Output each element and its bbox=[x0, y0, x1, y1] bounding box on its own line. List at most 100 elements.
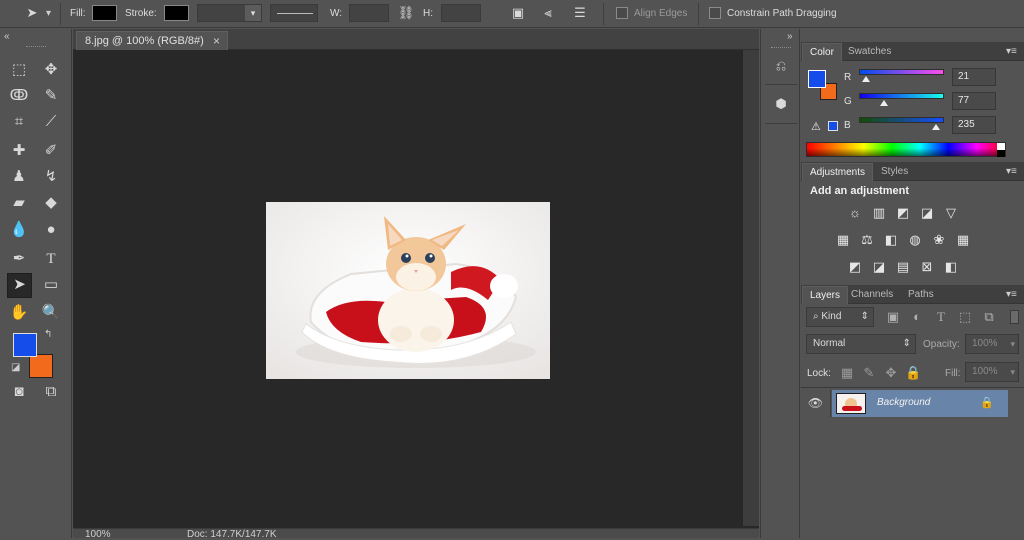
hue-saturation-icon[interactable]: ▦ bbox=[835, 233, 851, 247]
document-tab[interactable]: 8.jpg @ 100% (RGB/8#) × bbox=[76, 31, 228, 50]
adjustment-filter-icon[interactable]: ◐ bbox=[909, 310, 925, 324]
quick-mask-icon[interactable]: ◙ bbox=[8, 381, 30, 403]
red-slider-handle[interactable] bbox=[862, 76, 870, 82]
clone-stamp-tool-icon[interactable]: ♟ bbox=[8, 166, 30, 188]
tab-styles[interactable]: Styles bbox=[874, 163, 915, 181]
chevron-down-icon[interactable]: ▾ bbox=[245, 5, 261, 21]
fill-field[interactable]: 100% ▾ bbox=[965, 362, 1019, 382]
color-balance-icon[interactable]: ⚖ bbox=[859, 233, 875, 247]
gradient-map-icon[interactable]: ⊠ bbox=[919, 260, 935, 274]
pixel-filter-icon[interactable]: ▣ bbox=[885, 310, 901, 324]
lock-image-pixels-icon[interactable]: ✎ bbox=[861, 366, 877, 380]
zoom-tool-icon[interactable]: 🔍 bbox=[40, 302, 62, 324]
3d-panel-icon[interactable]: ⬢ bbox=[772, 95, 790, 113]
blue-value-field[interactable]: 235 bbox=[952, 116, 996, 134]
stroke-swatch[interactable] bbox=[164, 5, 189, 21]
close-icon[interactable]: × bbox=[213, 34, 220, 48]
paint-bucket-tool-icon[interactable]: ◆ bbox=[40, 192, 62, 214]
black-white-icon[interactable]: ◧ bbox=[883, 233, 899, 247]
tab-color[interactable]: Color bbox=[802, 43, 842, 61]
fill-swatch[interactable] bbox=[92, 5, 117, 21]
foreground-color-chip[interactable] bbox=[808, 70, 826, 88]
type-filter-icon[interactable]: T bbox=[933, 310, 949, 324]
rectangle-tool-icon[interactable]: ▭ bbox=[40, 274, 62, 296]
red-value-field[interactable]: 21 bbox=[952, 68, 996, 86]
tool-preset-dropdown-icon[interactable]: ▾ bbox=[46, 8, 51, 19]
vibrance-icon[interactable]: ▽ bbox=[943, 206, 959, 220]
panel-menu-icon[interactable]: ▾≡ bbox=[1006, 289, 1017, 300]
brush-tool-icon[interactable]: ✐ bbox=[40, 140, 62, 162]
hand-tool-icon[interactable]: ✋ bbox=[8, 302, 30, 324]
screen-mode-icon[interactable]: ⧉ bbox=[40, 381, 62, 403]
green-value-field[interactable]: 77 bbox=[952, 92, 996, 110]
filter-toggle-switch[interactable] bbox=[1010, 310, 1019, 324]
tab-channels[interactable]: Channels bbox=[844, 286, 900, 304]
panel-menu-icon[interactable]: ▾≡ bbox=[1006, 166, 1017, 177]
path-selection-tool-icon[interactable]: ➤ bbox=[7, 273, 32, 298]
dodge-tool-icon[interactable]: ● bbox=[40, 219, 62, 241]
layer-name[interactable]: Background bbox=[877, 397, 930, 408]
shape-filter-icon[interactable]: ⬚ bbox=[957, 310, 973, 324]
move-tool-icon[interactable]: ✥ bbox=[40, 59, 62, 81]
stroke-type-field[interactable] bbox=[270, 4, 318, 22]
green-slider-handle[interactable] bbox=[880, 100, 888, 106]
opacity-field[interactable]: 100% ▾ bbox=[965, 334, 1019, 354]
gamut-color-chip[interactable] bbox=[828, 121, 838, 131]
foreground-color-swatch[interactable] bbox=[13, 333, 37, 357]
channel-mixer-icon[interactable]: ❀ bbox=[931, 233, 947, 247]
pen-tool-icon[interactable]: ✒ bbox=[8, 248, 30, 270]
blue-slider[interactable] bbox=[859, 117, 944, 123]
grip-handle[interactable] bbox=[26, 46, 46, 49]
tab-layers[interactable]: Layers bbox=[802, 286, 849, 304]
background-color-swatch[interactable] bbox=[29, 354, 53, 378]
history-brush-tool-icon[interactable]: ↯ bbox=[40, 166, 62, 188]
lasso-tool-icon[interactable]: ↂ bbox=[8, 85, 30, 107]
threshold-icon[interactable]: ▤ bbox=[895, 260, 911, 274]
width-field[interactable] bbox=[349, 4, 389, 22]
color-spectrum-ramp[interactable] bbox=[806, 142, 1006, 157]
quick-selection-tool-icon[interactable]: ✎ bbox=[40, 85, 62, 107]
blend-mode-dropdown[interactable]: Normal ⇕ bbox=[806, 334, 916, 354]
lock-position-icon[interactable]: ✥ bbox=[883, 366, 899, 380]
path-arrangement-icon[interactable]: ☰ bbox=[571, 4, 589, 22]
invert-icon[interactable]: ◩ bbox=[847, 260, 863, 274]
type-tool-icon[interactable]: T bbox=[40, 248, 62, 270]
eye-visibility-icon[interactable]: 👁 bbox=[801, 390, 831, 417]
color-lookup-icon[interactable]: ▦ bbox=[955, 233, 971, 247]
photo-filter-icon[interactable]: ◍ bbox=[907, 233, 923, 247]
marquee-tool-icon[interactable]: ⬚ bbox=[8, 59, 30, 81]
layer-filter-dropdown[interactable]: ⌕ Kind ⇕ bbox=[806, 307, 874, 327]
tab-adjustments[interactable]: Adjustments bbox=[802, 163, 874, 181]
exposure-icon[interactable]: ◪ bbox=[919, 206, 935, 220]
selective-color-icon[interactable]: ◧ bbox=[943, 260, 959, 274]
constrain-path-checkbox[interactable] bbox=[709, 7, 721, 19]
red-slider[interactable] bbox=[859, 69, 944, 75]
stroke-width-field[interactable]: ▾ bbox=[197, 4, 262, 22]
blue-slider-handle[interactable] bbox=[932, 124, 940, 130]
grip-handle[interactable] bbox=[771, 47, 791, 48]
default-colors-icon[interactable]: ◪ bbox=[11, 362, 20, 373]
tab-swatches[interactable]: Swatches bbox=[841, 43, 898, 61]
eyedropper-tool-icon[interactable]: ⟋ bbox=[40, 111, 62, 133]
lock-transparent-pixels-icon[interactable]: ▦ bbox=[839, 366, 855, 380]
expand-panels-icon[interactable]: » bbox=[787, 31, 793, 42]
eraser-tool-icon[interactable]: ▰ bbox=[8, 192, 30, 214]
path-operations-icon[interactable]: ▣ bbox=[509, 4, 527, 22]
brightness-contrast-icon[interactable]: ☼ bbox=[847, 206, 863, 220]
blur-tool-icon[interactable]: 💧 bbox=[8, 219, 30, 241]
levels-icon[interactable]: ▥ bbox=[871, 206, 887, 220]
path-alignment-icon[interactable]: ⫷ bbox=[539, 4, 557, 22]
vertical-scrollbar[interactable] bbox=[743, 50, 759, 526]
crop-tool-icon[interactable]: ⌗ bbox=[8, 111, 30, 133]
panel-menu-icon[interactable]: ▾≡ bbox=[1006, 46, 1017, 57]
align-edges-checkbox[interactable] bbox=[616, 7, 628, 19]
healing-brush-tool-icon[interactable]: ✚ bbox=[8, 140, 30, 162]
height-field[interactable] bbox=[441, 4, 481, 22]
out-of-gamut-warning-icon[interactable]: ⚠ bbox=[811, 120, 821, 133]
curves-icon[interactable]: ◩ bbox=[895, 206, 911, 220]
path-selection-tool-icon[interactable]: ➤ bbox=[22, 4, 42, 22]
tab-paths[interactable]: Paths bbox=[901, 286, 941, 304]
collapse-icon[interactable]: « bbox=[4, 31, 10, 42]
posterize-icon[interactable]: ◪ bbox=[871, 260, 887, 274]
lock-all-icon[interactable]: 🔒 bbox=[905, 366, 921, 380]
